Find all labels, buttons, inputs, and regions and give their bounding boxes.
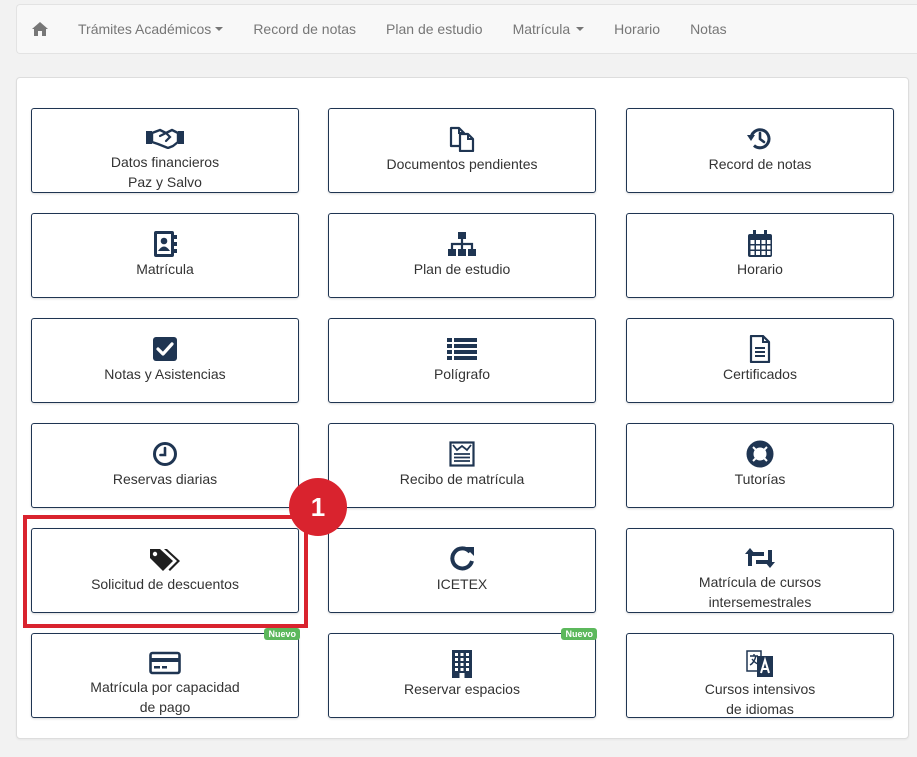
tile-label: Notas y Asistencias bbox=[104, 366, 226, 382]
tile-tutorias[interactable]: Tutorías bbox=[626, 423, 894, 508]
tile-solicitud-de-descuentos[interactable]: Solicitud de descuentos bbox=[31, 528, 299, 613]
newspaper-icon bbox=[442, 440, 482, 468]
top-navbar: Trámites Académicos Record de notas Plan… bbox=[16, 4, 917, 54]
sitemap-icon bbox=[442, 230, 482, 258]
step-marker: 1 bbox=[289, 478, 347, 536]
tile-matricula-capacidad-pago[interactable]: Nuevo Matrícula por capacidad de pago bbox=[31, 628, 300, 718]
nav-label: Matrícula bbox=[512, 21, 571, 37]
nav-tramites-academicos[interactable]: Trámites Académicos bbox=[63, 5, 238, 53]
list-icon bbox=[442, 335, 482, 363]
tile-label: Cursos intensivos bbox=[704, 681, 816, 697]
tile-label: Datos financieros bbox=[110, 154, 220, 170]
history-icon bbox=[740, 125, 780, 153]
step-number: 1 bbox=[310, 491, 326, 522]
home-icon bbox=[32, 22, 48, 36]
tile-icetex[interactable]: ICETEX bbox=[328, 528, 596, 613]
check-square-icon bbox=[145, 335, 185, 363]
retweet-icon bbox=[740, 545, 780, 571]
tile-notas-y-asistencias[interactable]: Notas y Asistencias bbox=[31, 318, 299, 403]
handshake-icon bbox=[145, 125, 185, 151]
tile-matricula[interactable]: Matrícula bbox=[31, 213, 299, 298]
nav-notas[interactable]: Notas bbox=[675, 5, 742, 53]
tags-icon bbox=[145, 545, 185, 573]
tile-label: Tutorías bbox=[734, 471, 786, 487]
refresh-icon bbox=[442, 545, 482, 573]
tile-label: Reservas diarias bbox=[112, 471, 218, 487]
tile-label: Matrícula por capacidad bbox=[90, 679, 240, 695]
new-badge: Nuevo bbox=[561, 628, 597, 640]
nav-label: Horario bbox=[614, 21, 661, 37]
address-book-icon bbox=[145, 230, 185, 258]
nav-label: Trámites Académicos bbox=[78, 21, 212, 37]
nav-matricula[interactable]: Matrícula bbox=[498, 5, 600, 53]
new-badge: Nuevo bbox=[264, 628, 300, 640]
home-link[interactable] bbox=[17, 5, 63, 53]
clock-icon bbox=[145, 440, 185, 468]
tile-label: Matrícula bbox=[136, 261, 194, 277]
life-ring-icon bbox=[740, 440, 780, 468]
tile-record-de-notas[interactable]: Record de notas bbox=[626, 108, 894, 193]
tile-label: Horario bbox=[737, 261, 783, 277]
tile-label: Recibo de matrícula bbox=[399, 471, 525, 487]
tile-documentos-pendientes[interactable]: Documentos pendientes bbox=[328, 108, 596, 193]
building-icon bbox=[442, 650, 482, 678]
language-icon bbox=[740, 650, 780, 678]
nav-label: Record de notas bbox=[253, 21, 357, 37]
nav-plan-de-estudio[interactable]: Plan de estudio bbox=[371, 5, 498, 53]
tile-label: Plan de estudio bbox=[413, 261, 511, 277]
caret-down-icon bbox=[215, 27, 224, 31]
tile-reservas-diarias[interactable]: Reservas diarias bbox=[31, 423, 299, 508]
tile-label: Matrícula de cursos bbox=[698, 574, 822, 590]
tile-cursos-intensivos-idiomas[interactable]: Cursos intensivos de idiomas bbox=[626, 633, 894, 718]
caret-down-icon bbox=[576, 27, 585, 31]
nav-horario[interactable]: Horario bbox=[599, 5, 675, 53]
nav-label: Plan de estudio bbox=[386, 21, 483, 37]
tile-label: ICETEX bbox=[436, 576, 488, 592]
file-text-icon bbox=[740, 335, 780, 363]
tile-label-line2: intersemestrales bbox=[708, 594, 812, 610]
calendar-icon bbox=[740, 230, 780, 258]
tile-reservar-espacios[interactable]: Nuevo Reservar espacios bbox=[328, 628, 597, 718]
credit-card-icon bbox=[145, 650, 185, 676]
tile-label: Certificados bbox=[723, 366, 797, 382]
tile-cursos-intersemestrales[interactable]: Matrícula de cursos intersemestrales bbox=[626, 528, 894, 613]
tile-label: Solicitud de descuentos bbox=[91, 576, 239, 592]
nav-record-de-notas[interactable]: Record de notas bbox=[238, 5, 371, 53]
tile-label: Documentos pendientes bbox=[386, 156, 538, 172]
tile-label-line2: Paz y Salvo bbox=[128, 174, 202, 190]
tile-label-line2: de idiomas bbox=[726, 701, 794, 717]
tile-datos-financieros[interactable]: Datos financieros Paz y Salvo bbox=[31, 108, 299, 193]
nav-label: Notas bbox=[690, 21, 727, 37]
tile-label: Reservar espacios bbox=[404, 681, 520, 697]
tile-label-line2: de pago bbox=[139, 699, 191, 715]
tile-recibo-de-matricula[interactable]: Recibo de matrícula bbox=[328, 423, 596, 508]
documents-icon bbox=[442, 125, 482, 153]
tile-horario[interactable]: Horario bbox=[626, 213, 894, 298]
tile-plan-de-estudio[interactable]: Plan de estudio bbox=[328, 213, 596, 298]
tile-poligrafo[interactable]: Polígrafo bbox=[328, 318, 596, 403]
tile-label: Record de notas bbox=[708, 156, 812, 172]
tile-certificados[interactable]: Certificados bbox=[626, 318, 894, 403]
tile-label: Polígrafo bbox=[433, 366, 491, 382]
